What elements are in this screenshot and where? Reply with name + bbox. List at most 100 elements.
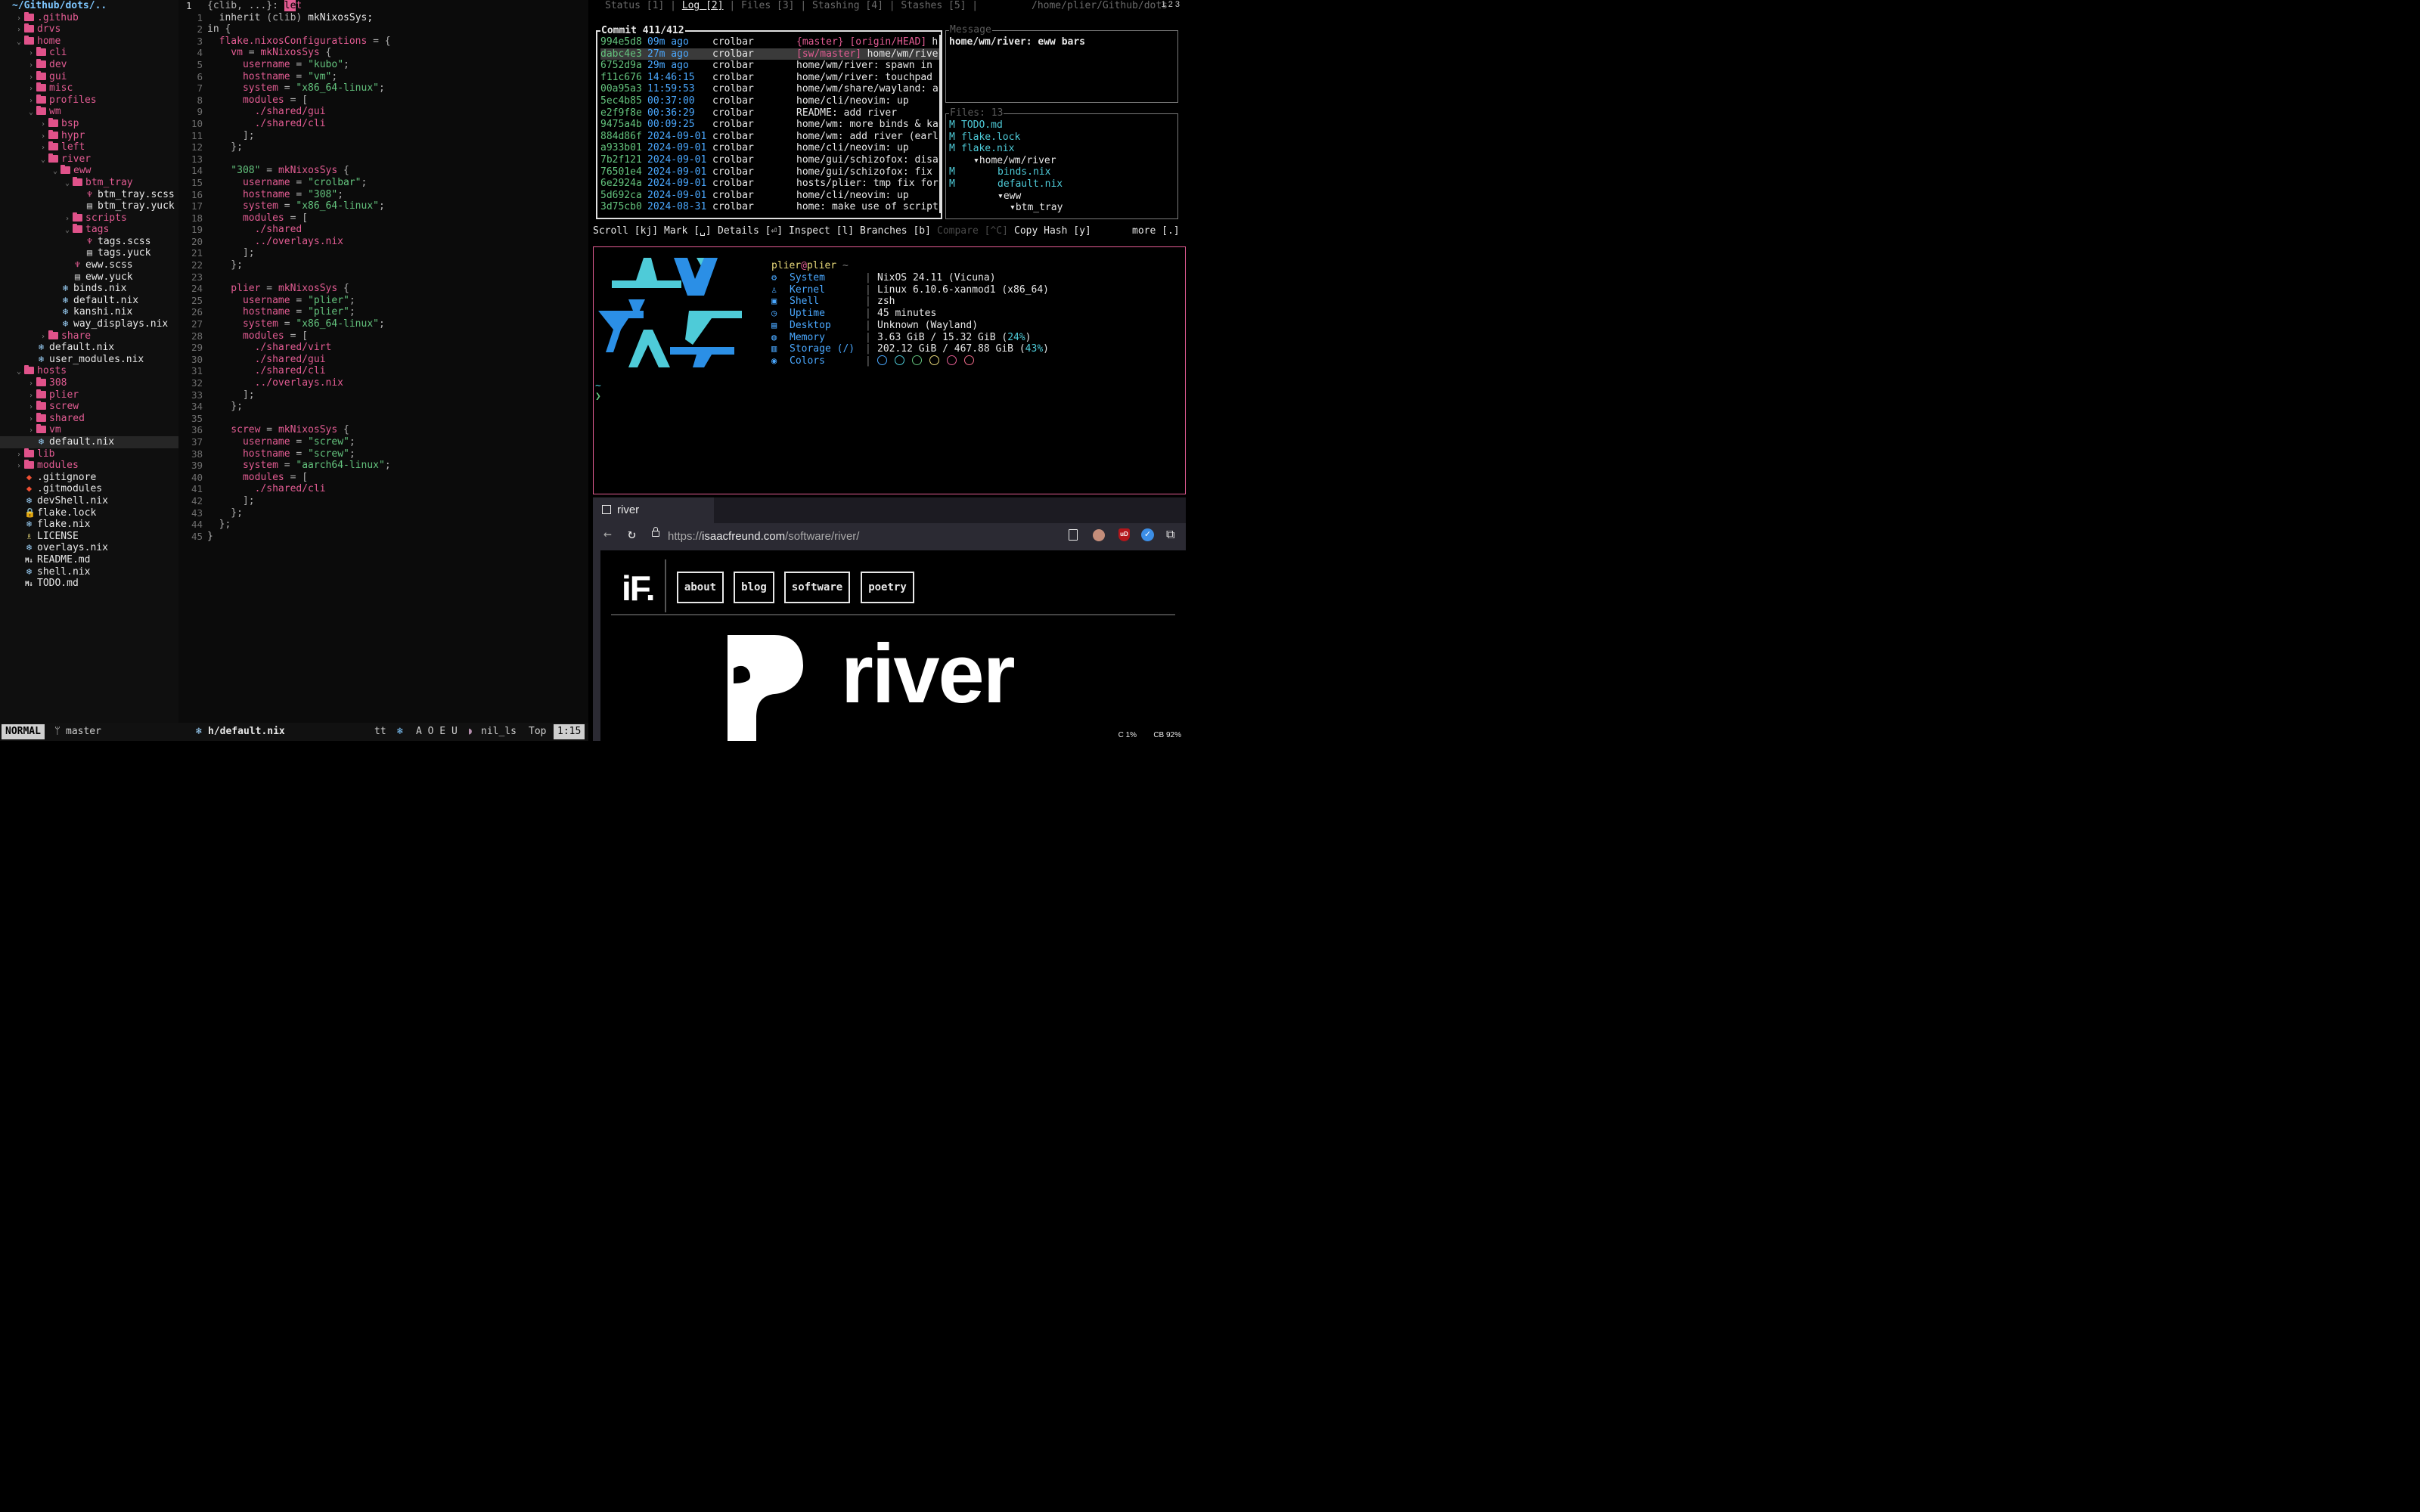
reader-view-icon[interactable] [1069,529,1078,541]
page-content[interactable]: iF. about blog software poetry river [600,550,1186,741]
tree-item[interactable]: ◆ .gitignore [0,472,178,484]
lazygit-tabs[interactable]: Status [1] | Log [2] | Files [3] | Stash… [605,0,978,13]
tree-item[interactable]: › modules [0,460,178,472]
tab-log[interactable]: Log [2] [682,0,724,11]
code-line[interactable] [207,413,588,425]
tree-item[interactable]: › .github [0,11,178,24]
commit-row[interactable]: dabc4e3 27m ago crolbar [sw/master] home/wm/… [600,48,941,60]
tree-root[interactable]: ~/Github/dots/.. [0,0,178,12]
commit-row[interactable]: f11c676 14:46:15 crolbar home/wm/river: tou… [600,72,941,84]
code-line[interactable]: username = "kubo"; [207,59,588,71]
commits-panel[interactable]: Commit 411/412 994e5d8 09m ago crolbar {mas… [596,25,942,219]
tree-item[interactable]: › screw [0,401,178,413]
commit-row[interactable]: 6e2924a 2024-09-01 crolbar hosts/plier: tmp… [600,178,941,190]
commit-row[interactable]: 00a95a3 11:59:53 crolbar home/wm/share/wayl… [600,83,941,95]
tree-item[interactable]: › share [0,330,178,342]
tab-stashing[interactable]: Stashing [4] [812,0,883,11]
tab-stashes[interactable]: Stashes [5] [901,0,966,11]
browser-window[interactable]: river ← ↻ https://isaacfreund.com/softwa… [593,497,1186,741]
tree-item[interactable]: › shared [0,412,178,425]
tree-item[interactable]: ❄ default.nix [0,342,178,354]
nav-blog[interactable]: blog [734,572,774,603]
code-line[interactable]: ../overlays.nix [207,377,588,389]
code-line[interactable]: } [207,531,588,543]
tree-item[interactable]: ❄ overlays.nix [0,542,178,554]
code-line[interactable]: ../overlays.nix [207,236,588,248]
tree-item[interactable]: ❄ flake.nix [0,519,178,531]
code-line[interactable]: ]; [207,130,588,142]
nav-poetry[interactable]: poetry [861,572,914,603]
code-line[interactable]: screw = mkNixosSys { [207,424,588,436]
commit-row[interactable]: 994e5d8 09m ago crolbar {master} [origin/HE… [600,36,941,48]
code-line[interactable]: ./shared/cli [207,118,588,130]
tree-item[interactable]: ⌄ home [0,35,178,48]
tree-item[interactable]: › lib [0,448,178,460]
code-line[interactable]: username = "screw"; [207,436,588,448]
tree-item[interactable]: › left [0,141,178,153]
commit-row[interactable]: 9475a4b 00:09:25 crolbar home/wm: more bind… [600,119,941,131]
url-text[interactable]: https://isaacfreund.com/software/river/ [668,528,859,546]
code-line[interactable]: ./shared/gui [207,354,588,366]
tree-item[interactable]: ❄ default.nix [0,435,178,448]
browser-urlbar[interactable]: ← ↻ https://isaacfreund.com/software/riv… [593,523,1186,550]
changed-file[interactable]: ▾btm_tray [949,202,1176,214]
tree-item[interactable]: M↓ README.md [0,554,178,566]
code-line[interactable]: hostname = "screw"; [207,448,588,460]
commit-row[interactable]: 5ec4b85 00:37:00 crolbar home/cli/neovim: u… [600,95,941,107]
tab-river[interactable]: river [593,497,714,523]
site-logo[interactable]: iF. [622,571,656,606]
lazygit-window[interactable]: Status [1] | Log [2] | Files [3] | Stash… [593,0,1186,243]
changed-file[interactable]: Mbinds.nix [949,166,1176,178]
tree-item[interactable]: › bsp [0,117,178,130]
commit-row[interactable]: 884d86f 2024-09-01 crolbar home/wm: add riv… [600,131,941,143]
code-line[interactable]: }; [207,401,588,413]
tree-item[interactable]: ⌄ tags [0,224,178,236]
tree-item[interactable]: › gui [0,70,178,83]
tree-item[interactable]: ▤ tags.yuck [0,247,178,259]
tree-item[interactable]: › scripts [0,212,178,225]
changed-file[interactable]: ▾home/wm/river [949,155,1176,167]
code-line[interactable]: inherit (clib) mkNixosSys; [207,12,588,24]
code-line[interactable]: vm = mkNixosSys { [207,47,588,59]
commit-row[interactable]: 6752d9a 29m ago crolbar home/wm/river: spaw… [600,60,941,72]
tree-item[interactable]: ♆ btm_tray.scss [0,189,178,201]
commit-row[interactable]: a933b01 2024-09-01 crolbar home/cli/neovim:… [600,142,941,154]
code-line[interactable]: }; [207,519,588,531]
changed-file[interactable]: Mdefault.nix [949,178,1176,191]
code-line[interactable]: system = "aarch64-linux"; [207,460,588,472]
tree-item[interactable]: ▤ eww.yuck [0,271,178,284]
tab-files[interactable]: Files [3] [741,0,794,11]
code-line[interactable]: ]; [207,389,588,401]
tree-item[interactable]: ❄ binds.nix [0,283,178,295]
code-line[interactable]: modules = [ [207,330,588,342]
tree-item[interactable]: › drvs [0,23,178,36]
code-line[interactable]: plier = mkNixosSys { [207,283,588,295]
code-line[interactable]: username = "crolbar"; [207,177,588,189]
back-arrow-icon[interactable]: ← [603,526,612,542]
tree-item[interactable]: 🔒 flake.lock [0,507,178,519]
code-line[interactable]: "308" = mkNixosSys { [207,165,588,177]
ublock-icon[interactable]: uD [1118,528,1130,541]
code-line[interactable]: ./shared/virt [207,342,588,354]
tree-item[interactable]: › misc [0,82,178,94]
workspace-indicator[interactable]: 1 2 3 [1162,0,1180,9]
files-panel[interactable]: Files: 13 M TODO.md Mflake.lock Mflake.nix ▾… [945,107,1178,219]
nav-software[interactable]: software [784,572,850,603]
tree-item[interactable]: ◆ .gitmodules [0,483,178,495]
tree-item[interactable]: M↓ TODO.md [0,578,178,590]
neovim-window[interactable]: ~/Github/dots/.. › .github › drvs ⌄ home › cli ›… [0,0,588,741]
code-line[interactable]: ./shared/cli [207,365,588,377]
code-line[interactable]: }; [207,259,588,271]
tree-item[interactable]: ❄ devShell.nix [0,495,178,507]
code-line[interactable]: hostname = "308"; [207,189,588,201]
tree-item[interactable]: ⌄ river [0,153,178,166]
tree-item[interactable]: ❄ kanshi.nix [0,306,178,318]
code-line[interactable]: ./shared/cli [207,483,588,495]
code-line[interactable] [207,153,588,166]
commit-row[interactable]: 7b2f121 2024-09-01 crolbar home/gui/schizof… [600,154,941,166]
code-editor[interactable]: {clib, ...}: let inherit (clib) mkNixosS… [207,0,588,723]
tree-item[interactable]: › vm [0,424,178,436]
code-line[interactable]: modules = [ [207,94,588,107]
tree-item[interactable]: ⌄ wm [0,106,178,118]
extensions-icon[interactable]: ⧉ [1166,527,1174,542]
